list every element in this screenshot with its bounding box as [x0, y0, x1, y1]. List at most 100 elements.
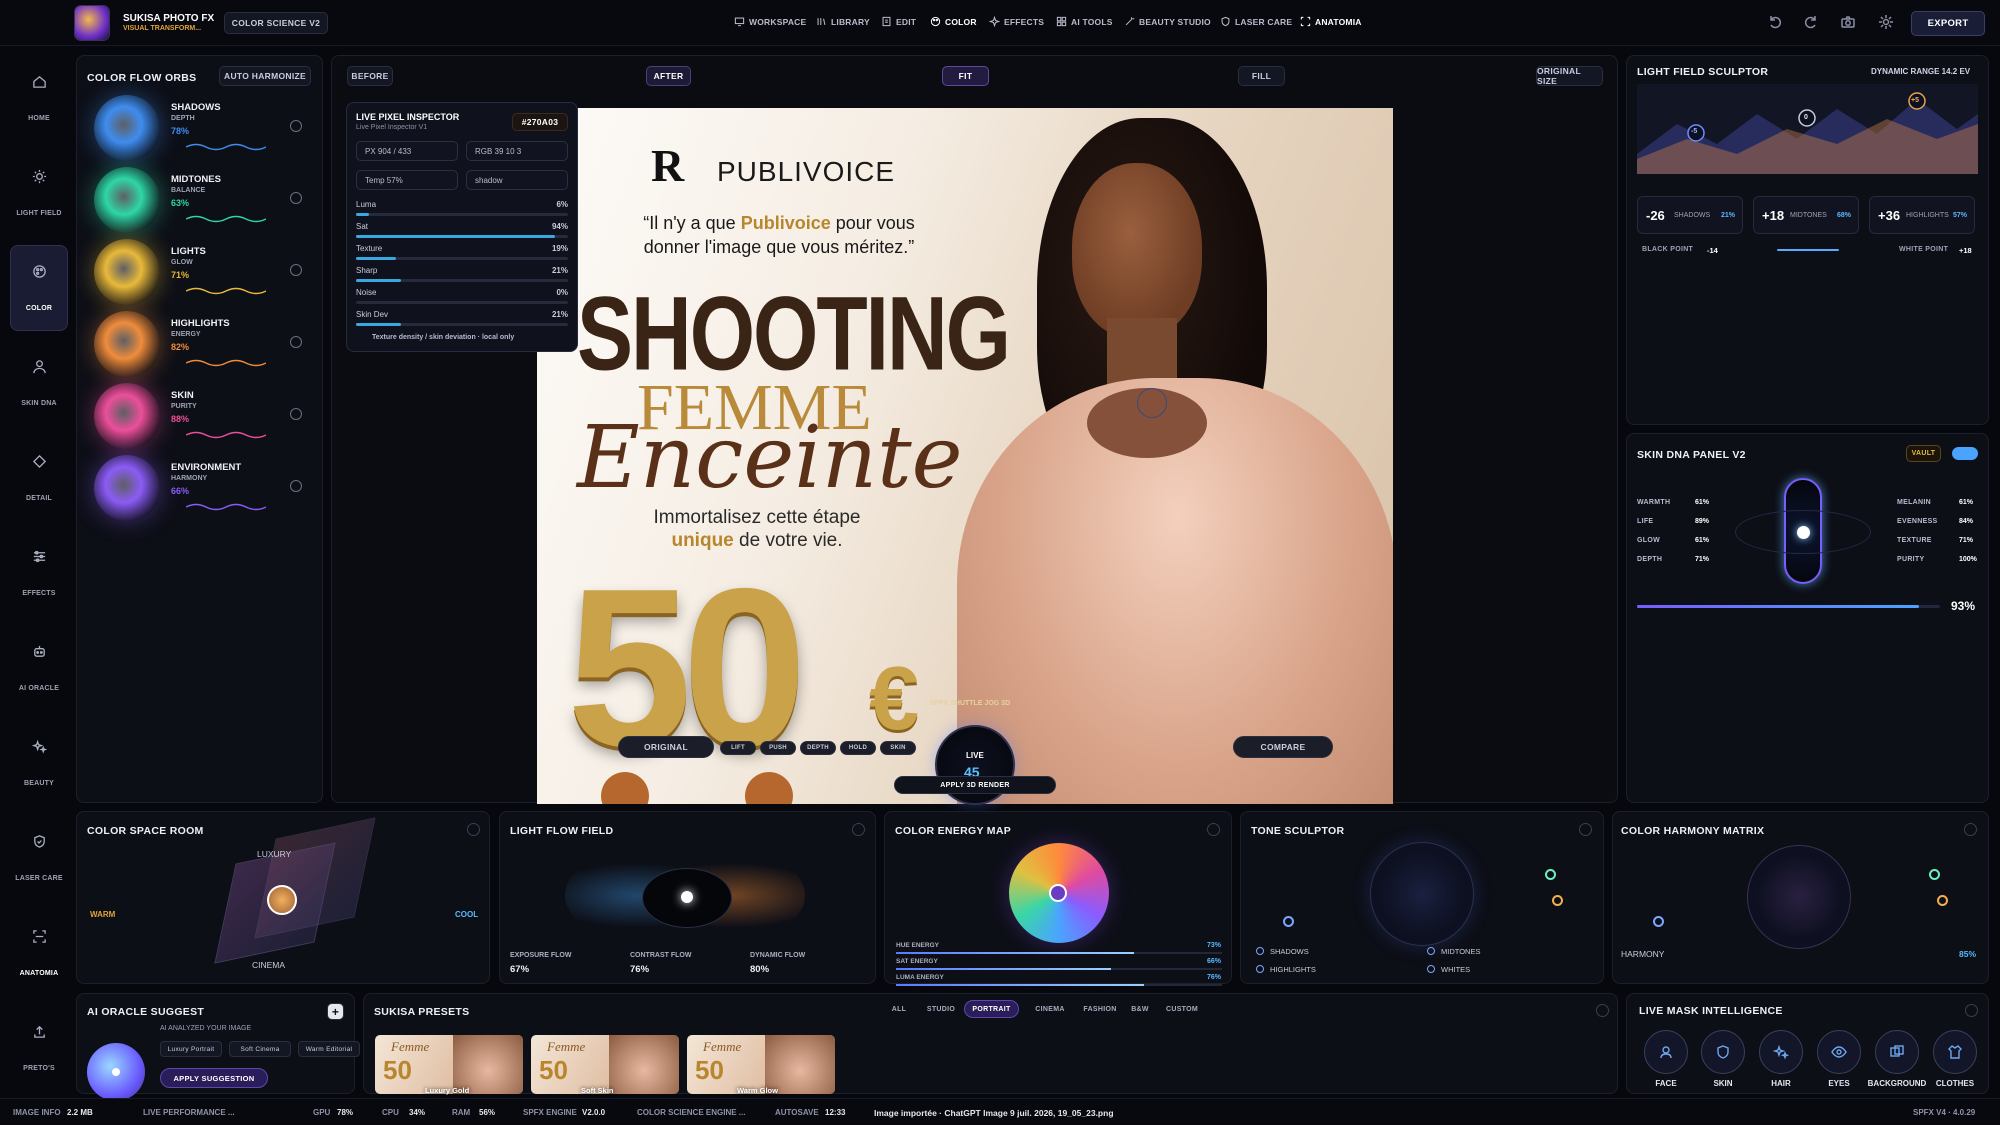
- preset-tab-studio[interactable]: STUDIO: [916, 1000, 966, 1018]
- panel-toggle-icon[interactable]: [1965, 1004, 1978, 1017]
- adjust-chip[interactable]: HOLD: [840, 741, 876, 755]
- sidebar-item-beauty[interactable]: BEAUTY: [10, 720, 68, 806]
- mask-eyes[interactable]: [1817, 1030, 1861, 1074]
- black-white-slider[interactable]: [1777, 249, 1839, 251]
- orb-reset-icon[interactable]: [290, 120, 302, 132]
- oracle-chip[interactable]: Soft Cinema: [229, 1041, 291, 1057]
- orb-reset-icon[interactable]: [290, 264, 302, 276]
- before-button[interactable]: BEFORE: [347, 66, 393, 86]
- face-icon: [1660, 1046, 1672, 1059]
- sidebar-item-light-field[interactable]: LIGHT FIELD: [10, 150, 68, 236]
- sidebar-item-anatomia[interactable]: ANATOMIA: [10, 910, 68, 996]
- nav-color[interactable]: COLOR: [930, 16, 977, 27]
- original-toggle[interactable]: ORIGINAL: [618, 736, 714, 758]
- orb-reset-icon[interactable]: [290, 480, 302, 492]
- tone-handle-3[interactable]: [1552, 895, 1563, 906]
- redo-icon[interactable]: [1803, 14, 1819, 30]
- color-engine-label: COLOR SCIENCE ENGINE ...: [637, 1108, 746, 1117]
- nav-edit[interactable]: EDIT: [881, 16, 916, 27]
- oracle-add-button[interactable]: +: [327, 1003, 344, 1020]
- apply-3d-render-button[interactable]: APPLY 3D RENDER: [894, 776, 1056, 794]
- nav-workspace[interactable]: WORKSPACE: [734, 16, 806, 27]
- mask-clothes[interactable]: [1933, 1030, 1977, 1074]
- orb-highlights[interactable]: [94, 311, 160, 377]
- harmony-handle-1[interactable]: [1653, 916, 1664, 927]
- oracle-chip[interactable]: Warm Editorial: [298, 1041, 360, 1057]
- panel-toggle-icon[interactable]: [467, 823, 480, 836]
- sidebar-item-ai-oracle[interactable]: AI ORACLE: [10, 625, 68, 711]
- sun-icon: [32, 169, 46, 184]
- nav-anatomia[interactable]: ANATOMIA: [1300, 16, 1362, 27]
- preset-tab-portrait[interactable]: PORTRAIT: [964, 1000, 1019, 1018]
- preset-tab-bw[interactable]: B&W: [1124, 1000, 1156, 1018]
- panel-toggle-icon[interactable]: [1964, 823, 1977, 836]
- settings-icon[interactable]: [1878, 14, 1894, 30]
- crosshair-icon[interactable]: [1137, 388, 1167, 418]
- harmony-wheel[interactable]: [1747, 845, 1851, 949]
- mask-skin[interactable]: [1701, 1030, 1745, 1074]
- engine-label: SPFX ENGINE: [523, 1108, 577, 1117]
- panel-toggle-icon[interactable]: [852, 823, 865, 836]
- sidebar-item-detail[interactable]: DETAIL: [10, 435, 68, 521]
- portrait-figure: [957, 118, 1393, 804]
- export-button[interactable]: EXPORT: [1911, 11, 1985, 36]
- harmony-handle-2[interactable]: [1929, 869, 1940, 880]
- orb-shadows[interactable]: [94, 95, 160, 161]
- mask-face[interactable]: [1644, 1030, 1688, 1074]
- adjust-chip[interactable]: LIFT: [720, 741, 756, 755]
- poster-logo-mark: R: [651, 140, 685, 191]
- color-science-badge[interactable]: COLOR SCIENCE V2: [224, 12, 328, 34]
- panel-toggle-icon[interactable]: [1579, 823, 1592, 836]
- nav-ai-tools[interactable]: AI TOOLS: [1056, 16, 1113, 27]
- nav-library[interactable]: LIBRARY: [816, 16, 870, 27]
- tone-wheel[interactable]: [1370, 842, 1474, 946]
- adjust-chip[interactable]: SKIN: [880, 741, 916, 755]
- vault-badge[interactable]: VAULT: [1906, 445, 1941, 462]
- fill-button[interactable]: FILL: [1238, 66, 1285, 86]
- orb-reset-icon[interactable]: [290, 408, 302, 420]
- camera-icon[interactable]: [1840, 14, 1856, 30]
- orb-lights[interactable]: [94, 239, 160, 305]
- sidebar-item-effects[interactable]: EFFECTS: [10, 530, 68, 616]
- color-space-cursor[interactable]: [267, 885, 297, 915]
- harmony-handle-3[interactable]: [1937, 895, 1948, 906]
- nav-beauty-studio[interactable]: BEAUTY STUDIO: [1124, 16, 1211, 27]
- adjust-chip[interactable]: PUSH: [760, 741, 796, 755]
- dna-metric-label: DEPTH: [1637, 556, 1663, 563]
- preset-tab-fashion[interactable]: FASHION: [1072, 1000, 1128, 1018]
- after-button[interactable]: AFTER: [646, 66, 691, 86]
- panel-toggle-icon[interactable]: [1596, 1004, 1609, 1017]
- orb-reset-icon[interactable]: [290, 192, 302, 204]
- apply-suggestion-button[interactable]: APPLY SUGGESTION: [160, 1068, 268, 1088]
- compare-button[interactable]: COMPARE: [1233, 736, 1333, 758]
- tone-handle-2[interactable]: [1545, 869, 1556, 880]
- fit-button[interactable]: FIT: [942, 66, 989, 86]
- orb-reset-icon[interactable]: [290, 336, 302, 348]
- adjust-chip[interactable]: DEPTH: [800, 741, 836, 755]
- preset-tab-all[interactable]: ALL: [883, 1000, 915, 1018]
- light-flow-dot[interactable]: [681, 891, 693, 903]
- sidebar-item-pretos[interactable]: PRETO'S: [10, 1005, 68, 1091]
- orb-skin[interactable]: [94, 383, 160, 449]
- original-size-button[interactable]: ORIGINAL SIZE: [1536, 66, 1603, 86]
- preset-tab-cinema[interactable]: CINEMA: [1025, 1000, 1075, 1018]
- preset-tab-custom[interactable]: CUSTOM: [1157, 1000, 1207, 1018]
- sidebar-item-skin-dna[interactable]: SKIN DNA: [10, 340, 68, 426]
- orb-midtones[interactable]: [94, 167, 160, 233]
- nav-effects[interactable]: EFFECTS: [989, 16, 1044, 27]
- light-field-curve[interactable]: [1637, 84, 1978, 174]
- mask-hair[interactable]: [1759, 1030, 1803, 1074]
- undo-icon[interactable]: [1767, 14, 1783, 30]
- nav-laser-care[interactable]: LASER CARE: [1220, 16, 1292, 27]
- panel-toggle-icon[interactable]: [1207, 823, 1220, 836]
- vault-toggle[interactable]: [1952, 447, 1978, 460]
- auto-harmonize-button[interactable]: AUTO HARMONIZE: [219, 66, 311, 86]
- tone-handle-1[interactable]: [1283, 916, 1294, 927]
- sidebar-item-color[interactable]: COLOR: [10, 245, 68, 331]
- oracle-chip[interactable]: Luxury Portrait: [160, 1041, 222, 1057]
- energy-cursor[interactable]: [1049, 884, 1067, 902]
- mask-background[interactable]: [1875, 1030, 1919, 1074]
- sidebar-item-home[interactable]: HOME: [10, 55, 68, 141]
- orb-environment[interactable]: [94, 455, 160, 521]
- sidebar-item-laser-care[interactable]: LASER CARE: [10, 815, 68, 901]
